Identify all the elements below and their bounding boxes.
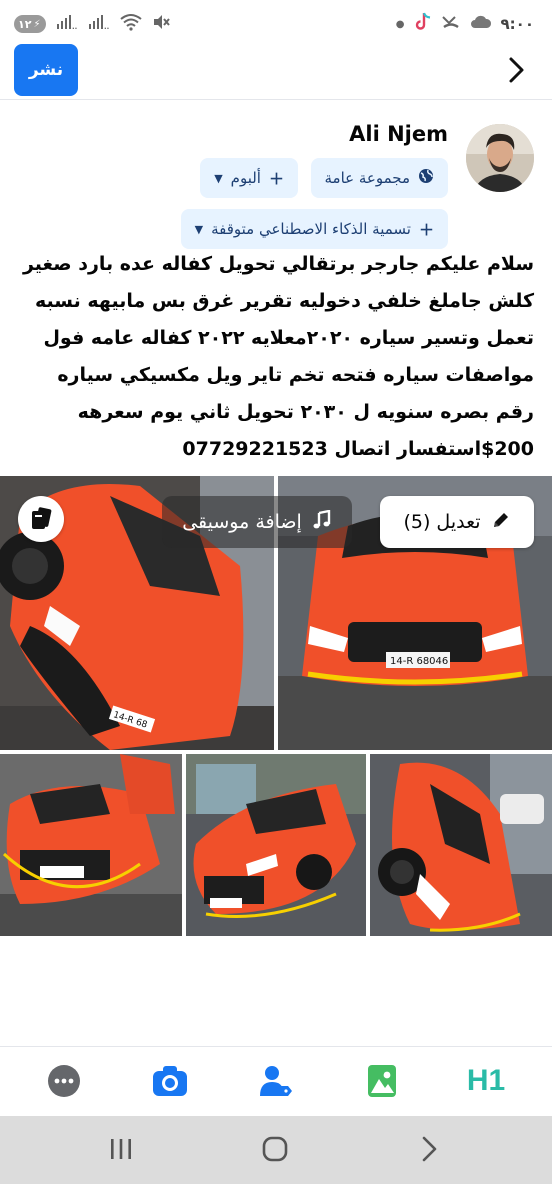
music-note-icon xyxy=(312,509,332,535)
cards-icon[interactable] xyxy=(18,496,64,542)
status-right: ● ٩:٠٠ xyxy=(396,12,534,36)
avatar[interactable] xyxy=(466,124,534,192)
publish-button[interactable]: نشر xyxy=(14,44,78,96)
plate-text: 14-R 68046 xyxy=(390,656,448,667)
globe-icon xyxy=(418,168,434,188)
ai-label-selector[interactable]: ＋ تسمية الذكاء الاصطناعي متوقفة ▼ xyxy=(180,209,448,249)
photo-4[interactable] xyxy=(186,754,366,936)
more-icon[interactable] xyxy=(44,1061,84,1101)
status-left: ١٢ ⚡ .. .. xyxy=(14,13,171,35)
post-text-input[interactable]: سلام عليكم جارجر برتقالي تحويل كفاله عده… xyxy=(16,246,534,468)
camera-icon[interactable] xyxy=(150,1061,190,1101)
battery-icon: ١٢ ⚡ xyxy=(14,15,47,33)
caret-down-icon: ▼ xyxy=(194,222,204,236)
plus-icon: ＋ xyxy=(268,169,284,188)
status-bar: ١٢ ⚡ .. .. ● ٩:٠٠ xyxy=(0,0,552,48)
recent-apps-icon[interactable] xyxy=(106,1134,136,1164)
heading-text: H1 xyxy=(466,1064,506,1097)
album-label: ألبوم xyxy=(230,169,261,187)
plus-icon: ＋ xyxy=(418,220,434,239)
dot-icon: ● xyxy=(395,18,405,30)
edit-photos-button[interactable]: تعديل (5) xyxy=(380,496,534,548)
pencil-icon xyxy=(491,510,511,535)
signal-icon: .. xyxy=(88,14,110,34)
composer-header: نشر xyxy=(0,44,552,100)
tag-people-icon[interactable] xyxy=(256,1061,296,1101)
tiktok-icon xyxy=(414,12,432,36)
user-name: Ali Njem xyxy=(349,122,448,146)
edit-photos-label: تعديل (5) xyxy=(403,511,481,533)
svg-text:..: .. xyxy=(104,23,109,30)
signal-icon: .. xyxy=(56,14,78,34)
photo-5[interactable] xyxy=(370,754,552,936)
audience-selector[interactable]: مجموعة عامة xyxy=(310,158,448,198)
composer-toolbar: H1 xyxy=(0,1046,552,1114)
photo-3[interactable] xyxy=(0,754,182,936)
missed-call-icon xyxy=(441,13,461,35)
battery-level: ١٢ xyxy=(18,17,32,31)
ai-label: تسمية الذكاء الاصطناعي متوقفة xyxy=(211,220,411,238)
add-music-label: إضافة موسيقى xyxy=(182,511,302,533)
caret-down-icon: ▼ xyxy=(214,171,223,185)
back-icon[interactable] xyxy=(414,1134,444,1164)
chevron-right-icon[interactable] xyxy=(504,56,528,84)
add-music-button[interactable]: إضافة موسيقى xyxy=(162,496,352,548)
mute-icon xyxy=(152,13,171,35)
cloud-icon xyxy=(470,14,492,34)
heading-icon[interactable]: H1 xyxy=(466,1061,506,1101)
home-icon[interactable] xyxy=(260,1134,290,1164)
system-navigation-bar xyxy=(0,1116,552,1184)
wifi-icon xyxy=(120,13,143,35)
svg-text:..: .. xyxy=(72,23,77,30)
clock: ٩:٠٠ xyxy=(500,15,534,33)
album-selector[interactable]: ＋ ألبوم ▼ xyxy=(200,158,298,198)
audience-label: مجموعة عامة xyxy=(324,169,411,187)
photo-icon[interactable] xyxy=(362,1061,402,1101)
